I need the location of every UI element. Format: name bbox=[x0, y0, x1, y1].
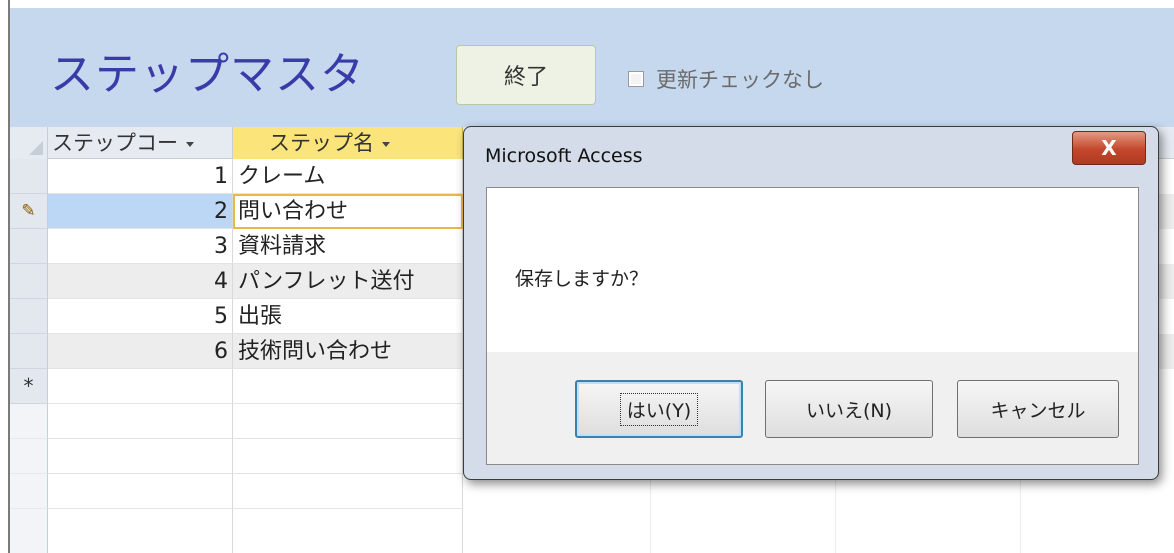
no-update-check-label: 更新チェックなし bbox=[656, 68, 824, 92]
step-code-cell[interactable]: 3 bbox=[48, 229, 233, 264]
window-left-border bbox=[0, 0, 10, 553]
close-button[interactable]: X bbox=[1072, 131, 1146, 165]
dialog-title: Microsoft Access bbox=[485, 145, 643, 167]
row-selector[interactable]: ✎ bbox=[10, 194, 48, 229]
close-icon: X bbox=[1101, 136, 1117, 160]
save-confirm-dialog: Microsoft Access X 保存しますか？ はい(Y) いいえ(N) … bbox=[463, 126, 1159, 480]
step-code-cell[interactable]: 1 bbox=[48, 159, 233, 194]
column-header-step-name-label: ステップ名 bbox=[269, 131, 374, 155]
window-top-edge bbox=[10, 0, 1174, 8]
step-code-cell[interactable] bbox=[48, 369, 233, 404]
row-selector bbox=[10, 439, 48, 474]
row-selector bbox=[10, 404, 48, 439]
dialog-message: 保存しますか？ bbox=[515, 268, 649, 290]
step-code-cell[interactable]: 6 bbox=[48, 334, 233, 369]
chevron-down-icon[interactable] bbox=[186, 141, 194, 147]
no-update-check-option[interactable]: 更新チェックなし bbox=[628, 64, 824, 94]
dialog-message-area: 保存しますか？ bbox=[487, 188, 1138, 352]
row-selector[interactable] bbox=[10, 334, 48, 369]
empty-cell bbox=[233, 474, 463, 509]
no-button[interactable]: いいえ(N) bbox=[765, 380, 933, 438]
no-update-checkbox[interactable] bbox=[628, 71, 644, 87]
row-selector bbox=[10, 474, 48, 509]
step-name-cell[interactable]: クレーム bbox=[233, 159, 463, 194]
row-selector bbox=[10, 509, 48, 553]
no-button-label: いいえ(N) bbox=[805, 399, 893, 422]
access-form-window: ステップマスタ 終了 更新チェックなし ステップコー ステップ名 1 クレーム … bbox=[0, 0, 1174, 553]
dialog-body: 保存しますか？ はい(Y) いいえ(N) キャンセル bbox=[486, 187, 1139, 465]
empty-cell bbox=[48, 404, 233, 439]
step-code-cell[interactable]: 4 bbox=[48, 264, 233, 299]
row-selector[interactable] bbox=[10, 299, 48, 334]
yes-button[interactable]: はい(Y) bbox=[575, 380, 743, 438]
empty-cell bbox=[233, 439, 463, 474]
empty-grid-row bbox=[10, 509, 1174, 553]
pencil-icon: ✎ bbox=[21, 201, 36, 221]
select-all-corner[interactable] bbox=[10, 127, 48, 159]
empty-cell bbox=[48, 474, 233, 509]
empty-cell bbox=[233, 509, 463, 553]
step-name-cell[interactable]: 出張 bbox=[233, 299, 463, 334]
empty-cell bbox=[48, 439, 233, 474]
form-title: ステップマスタ bbox=[50, 49, 365, 100]
column-header-step-code[interactable]: ステップコー bbox=[48, 127, 233, 159]
step-code-cell[interactable]: 2 bbox=[48, 194, 233, 229]
chevron-down-icon[interactable] bbox=[382, 141, 390, 147]
column-header-step-code-label: ステップコー bbox=[52, 131, 178, 155]
step-code-cell[interactable]: 5 bbox=[48, 299, 233, 334]
step-name-cell[interactable]: パンフレット送付 bbox=[233, 264, 463, 299]
end-button[interactable]: 終了 bbox=[456, 45, 596, 105]
yes-button-label: はい(Y) bbox=[619, 392, 699, 426]
new-record-marker[interactable]: * bbox=[10, 369, 48, 404]
step-name-cell[interactable] bbox=[233, 369, 463, 404]
row-selector[interactable] bbox=[10, 264, 48, 299]
step-name-cell[interactable]: 技術問い合わせ bbox=[233, 334, 463, 369]
cancel-button-label: キャンセル bbox=[990, 399, 1086, 422]
row-selector[interactable] bbox=[10, 229, 48, 264]
empty-cell bbox=[48, 509, 233, 553]
step-name-cell[interactable]: 問い合わせ bbox=[233, 194, 463, 229]
step-name-cell[interactable]: 資料請求 bbox=[233, 229, 463, 264]
form-header: ステップマスタ 終了 更新チェックなし bbox=[10, 8, 1174, 127]
cancel-button[interactable]: キャンセル bbox=[957, 380, 1119, 438]
column-header-step-name[interactable]: ステップ名 bbox=[233, 127, 463, 159]
empty-cell bbox=[233, 404, 463, 439]
row-selector[interactable] bbox=[10, 159, 48, 194]
